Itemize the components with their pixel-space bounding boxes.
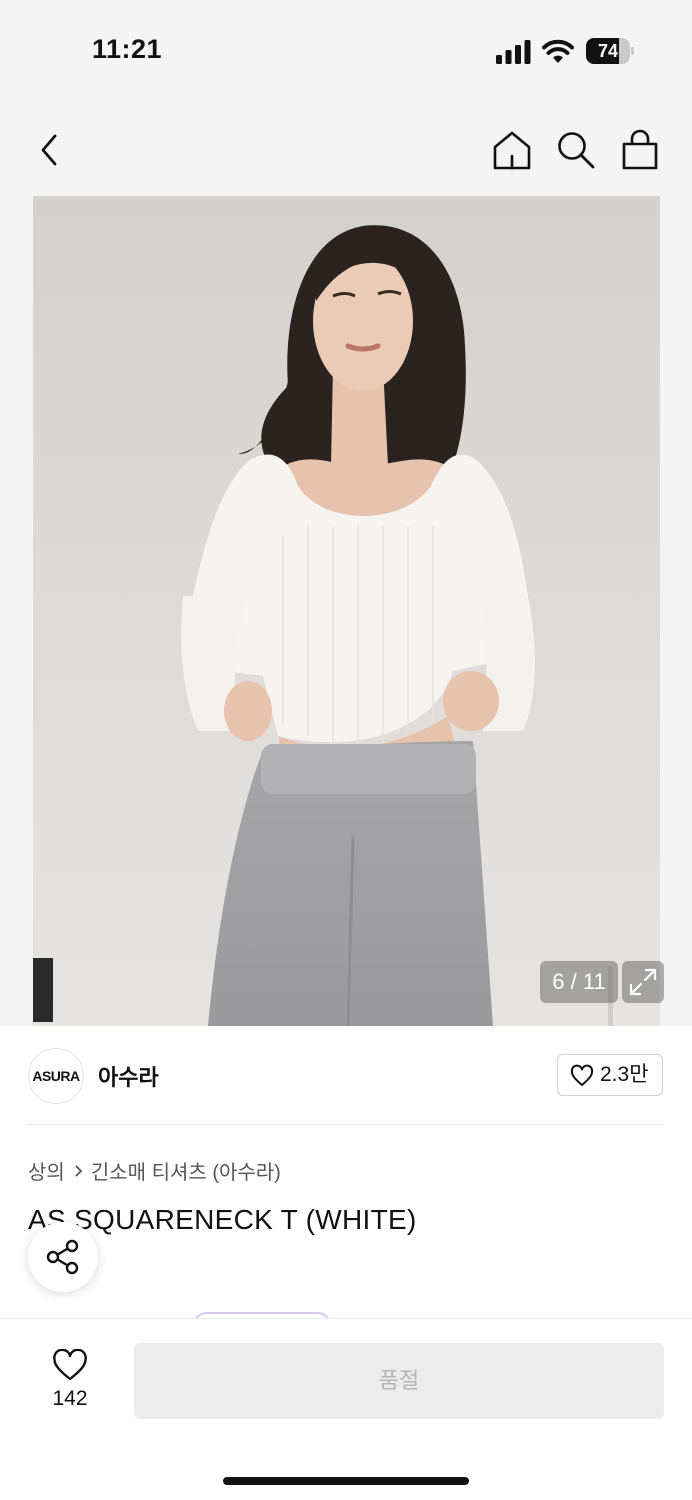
wishlist-heart-icon[interactable] bbox=[52, 1349, 88, 1381]
photo-page-indicator: 6 / 11 bbox=[540, 961, 618, 1003]
home-indicator bbox=[223, 1477, 469, 1485]
cart-button[interactable] bbox=[618, 128, 662, 172]
search-button[interactable] bbox=[554, 128, 598, 172]
battery-icon: 74 bbox=[586, 38, 634, 64]
share-icon bbox=[46, 1239, 79, 1275]
wifi-icon bbox=[542, 39, 574, 63]
expand-photo-button[interactable] bbox=[622, 961, 664, 1003]
bottom-action-bar: 142 품절 bbox=[0, 1318, 692, 1500]
expand-icon bbox=[629, 968, 657, 996]
sold-out-button[interactable]: 품절 bbox=[134, 1343, 664, 1419]
divider bbox=[28, 1124, 664, 1125]
cellular-signal-icon bbox=[496, 40, 531, 64]
breadcrumb-category[interactable]: 상의 bbox=[28, 1156, 65, 1185]
status-bar: 11:21 74 bbox=[0, 0, 692, 100]
breadcrumb-subcategory[interactable]: 긴소매 티셔츠 (아수라) bbox=[91, 1156, 281, 1185]
brand-name[interactable]: 아수라 bbox=[98, 1060, 159, 1092]
home-button[interactable] bbox=[490, 128, 534, 172]
heart-icon bbox=[570, 1064, 594, 1086]
product-photo[interactable] bbox=[33, 196, 660, 1026]
brand-like-button[interactable]: 2.3만 bbox=[557, 1054, 663, 1096]
product-gallery[interactable]: 6 / 11 bbox=[0, 196, 692, 1026]
search-icon bbox=[558, 132, 595, 169]
share-button[interactable] bbox=[28, 1222, 98, 1292]
wishlist-count: 142 bbox=[52, 1387, 88, 1410]
chevron-right-icon bbox=[75, 1164, 83, 1177]
battery-level: 74 bbox=[597, 41, 619, 61]
product-photo-image bbox=[33, 196, 660, 1026]
shopping-bag-icon bbox=[622, 129, 658, 170]
status-time: 11:21 bbox=[92, 34, 163, 64]
chevron-left-icon bbox=[41, 134, 57, 166]
home-icon bbox=[493, 131, 531, 170]
brand-like-count: 2.3만 bbox=[600, 1063, 649, 1086]
brand-logo[interactable]: ASURA bbox=[28, 1048, 84, 1104]
back-button[interactable] bbox=[30, 130, 70, 170]
breadcrumb: 상의 긴소매 티셔츠 (아수라) bbox=[28, 1156, 281, 1185]
nav-bar bbox=[0, 100, 692, 196]
brand-row[interactable]: ASURA 아수라 2.3만 bbox=[0, 1026, 692, 1126]
